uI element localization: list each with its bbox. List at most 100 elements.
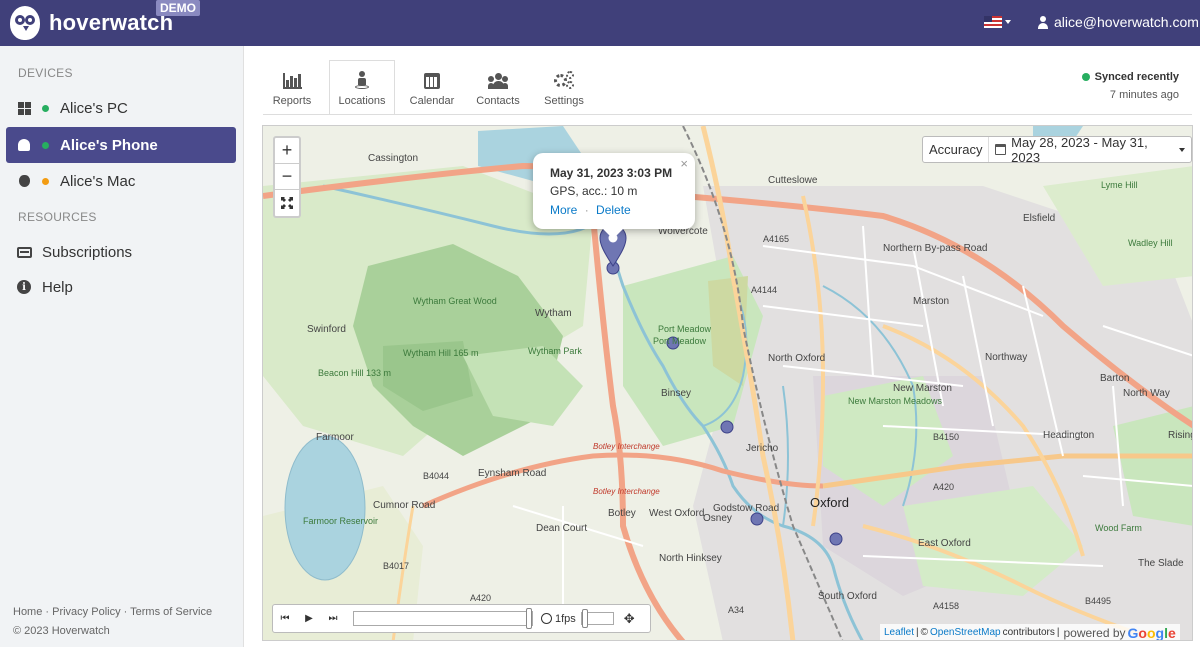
tab-contacts[interactable]: Contacts [469, 60, 527, 115]
tab-calendar[interactable]: Calendar [403, 60, 461, 115]
demo-badge: DEMO [156, 0, 200, 16]
map-place-label: Risinghu [1168, 430, 1193, 441]
top-navbar: hoverwatch DEMO alice@hoverwatch.com [0, 0, 1200, 46]
map-tiles[interactable]: CassingtonCuttesloweWolvercoteLyme HillE… [263, 126, 1193, 641]
track-point[interactable] [750, 512, 764, 526]
info-icon: i [16, 279, 32, 295]
tab-reports[interactable]: Reports [263, 60, 321, 115]
popup-detail: GPS, acc.: 10 m [550, 184, 638, 198]
tab-bar: Reports Locations Calendar Contacts Sett… [263, 60, 601, 115]
play-button[interactable]: ▶ [297, 605, 321, 632]
copyright: © 2023 Hoverwatch [13, 625, 110, 637]
map-place-label: B4044 [423, 471, 449, 481]
map-place-label: B4495 [1085, 596, 1111, 606]
map-view[interactable]: Cassington Cutteslowe Wolvercote Lyme Hill E… [262, 125, 1193, 641]
fast-forward-button[interactable]: ⏭ [321, 605, 345, 632]
zoom-out-button[interactable]: − [275, 164, 299, 190]
popup-delete-link[interactable]: Delete [596, 203, 631, 217]
osm-link[interactable]: OpenStreetMap [930, 627, 1001, 638]
map-place-label: A4165 [763, 234, 789, 244]
fps-slider-handle[interactable] [581, 609, 588, 628]
tab-settings[interactable]: Settings [535, 60, 593, 115]
map-place-label: Northway [985, 352, 1027, 363]
sidebar-item-alices-phone[interactable]: Alice's Phone [6, 127, 236, 163]
sidebar-item-alices-pc[interactable]: Alice's PC [6, 90, 236, 126]
map-place-label: A4158 [933, 601, 959, 611]
move-icon[interactable]: ✥ [624, 611, 635, 627]
fps-control: 1fps [541, 609, 614, 628]
map-place-label: Eynsham Road [478, 468, 546, 479]
tab-label: Contacts [476, 95, 520, 107]
sync-status-text: Synced recently [1094, 71, 1179, 83]
sidebar-item-subscriptions[interactable]: Subscriptions [6, 234, 236, 270]
resources-heading: RESOURCES [18, 210, 97, 224]
tab-label: Locations [338, 95, 386, 107]
sidebar-item-alices-mac[interactable]: Alice's Mac [6, 163, 236, 199]
calendar-icon [424, 69, 440, 89]
tab-divider [263, 114, 1192, 115]
sidebar-item-label: Alice's PC [60, 99, 128, 117]
language-caret-icon[interactable] [1005, 20, 1011, 24]
zoom-in-button[interactable]: + [275, 138, 299, 164]
map-place-label: Barton [1100, 373, 1129, 384]
windows-icon [16, 100, 32, 116]
fullscreen-button[interactable] [275, 190, 299, 216]
tab-label: Calendar [409, 95, 455, 107]
map-place-label: The Slade [1138, 558, 1184, 569]
rewind-button[interactable]: ⏮ [273, 605, 297, 632]
map-place-label: Binsey [661, 388, 691, 399]
us-flag-icon[interactable] [984, 16, 1002, 28]
away-status-dot [42, 177, 49, 185]
powered-by-text: powered by [1063, 625, 1126, 640]
map-place-label: Wadley Hill [1128, 238, 1173, 248]
cogs-icon [554, 69, 574, 89]
track-point[interactable] [829, 532, 843, 546]
sidebar-item-help[interactable]: i Help [6, 269, 236, 305]
bar-chart-icon [282, 69, 302, 89]
date-range-picker[interactable]: May 28, 2023 - May 31, 2023 [989, 135, 1191, 165]
map-place-label: A4144 [751, 285, 777, 295]
fps-label: 1fps [555, 612, 576, 625]
tab-locations[interactable]: Locations [329, 60, 395, 115]
user-icon [1038, 15, 1048, 29]
map-place-label: Elsfield [1023, 213, 1055, 224]
leaflet-link[interactable]: Leaflet [884, 627, 914, 638]
apple-icon [16, 173, 32, 189]
calendar-icon [995, 144, 1007, 155]
map-place-label: Port Meadow [658, 324, 712, 334]
map-place-label: Wytham [535, 308, 572, 319]
timeline-slider-handle[interactable] [526, 608, 532, 629]
location-person-icon [355, 69, 369, 89]
footer-links[interactable]: Home · Privacy Policy · Terms of Service [13, 606, 212, 618]
playback-control: ⏮ ▶ ⏭ 1fps ✥ [272, 604, 651, 633]
google-logo: Google [1127, 624, 1176, 641]
users-icon [488, 69, 508, 89]
track-point[interactable] [720, 420, 734, 434]
map-place-label: Farmoor Reservoir [303, 516, 378, 526]
map-place-label: A420 [933, 482, 954, 492]
map-place-label: South Oxford [818, 591, 877, 602]
online-status-dot [42, 141, 49, 149]
popup-title: May 31, 2023 3:03 PM [550, 166, 673, 180]
popup-close-button[interactable]: × [680, 156, 688, 171]
map-place-label: B4150 [933, 432, 959, 442]
map-place-label: West Oxford [649, 508, 704, 519]
brand-logo[interactable]: hoverwatch [10, 6, 173, 40]
online-status-dot [42, 104, 49, 112]
map-place-label: Wytham Hill 165 m [403, 348, 478, 358]
map-place-label: Botley Interchange [593, 442, 660, 451]
user-menu[interactable]: alice@hoverwatch.com [1038, 14, 1200, 30]
date-range-label: May 28, 2023 - May 31, 2023 [1011, 134, 1148, 165]
map-place-label: New Marston Meadows [848, 396, 943, 406]
map-place-label: Farmoor [316, 432, 354, 443]
map-place-label: Oxford [810, 495, 849, 510]
map-place-label: Beacon Hill 133 m [318, 368, 391, 378]
map-place-label: Cumnor Road [373, 500, 435, 511]
map-place-label: North Oxford [768, 353, 825, 364]
fullscreen-icon [281, 197, 293, 209]
accuracy-button[interactable]: Accuracy [923, 137, 990, 162]
timeline-slider[interactable] [353, 608, 533, 629]
credit-card-icon [16, 244, 32, 260]
fps-slider[interactable] [580, 609, 614, 628]
popup-more-link[interactable]: More [550, 203, 577, 217]
